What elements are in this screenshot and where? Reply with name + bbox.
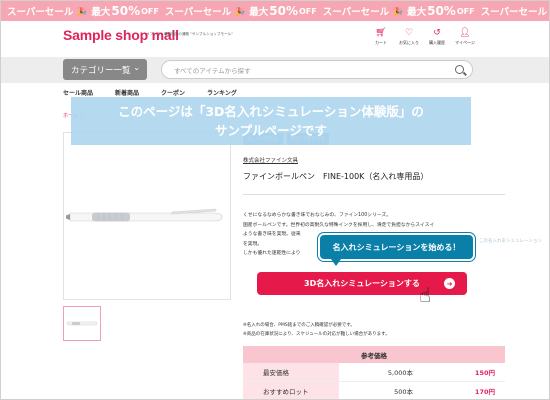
ballpoint-pen-image bbox=[66, 208, 223, 222]
party-popper-icon: 🎉 bbox=[77, 6, 88, 16]
site-tagline: オフィス・事務用品の通販 "サンプルショップモール" bbox=[146, 32, 233, 36]
nav-item-coupon[interactable]: クーポン bbox=[161, 88, 185, 97]
mypage-link[interactable]: 👤︎ マイページ bbox=[451, 28, 479, 46]
price-table: 参考価格 最安価格 5,000本 150円 おすすめロット 500本 170円 bbox=[243, 346, 505, 399]
cart-icon: 🛒︎ bbox=[375, 28, 387, 38]
maker-link[interactable]: 株式会社ファイン文具 bbox=[243, 156, 298, 164]
search-input[interactable]: すべてのアイテムから探す bbox=[161, 60, 473, 79]
order-notes: ※名入れの場合、PMS銘までのご入稿確認が必要です。 ※商品の在庫状況により、ス… bbox=[243, 323, 390, 337]
nav-item-sale[interactable]: セール商品 bbox=[63, 88, 93, 97]
promo-item: スーパーセール 🎉 最大 50% OFF bbox=[322, 4, 475, 18]
history-icon: ↺ bbox=[433, 28, 441, 38]
party-popper-icon: 🎉 bbox=[393, 6, 404, 16]
promo-item: スーパーセール bbox=[480, 7, 547, 18]
product-image bbox=[63, 132, 231, 300]
product-name: ファインボールペン FINE-100K（名入れ専用品） bbox=[243, 172, 429, 181]
user-icon: 👤︎ bbox=[459, 28, 471, 38]
table-row: 最安価格 5,000本 150円 bbox=[243, 363, 505, 382]
promo-item: スーパーセール 🎉 最大 50% OFF bbox=[7, 4, 159, 18]
price-table-title: 参考価格 bbox=[243, 346, 505, 363]
nav-item-new[interactable]: 新着商品 bbox=[115, 88, 139, 97]
product-thumbnail[interactable] bbox=[63, 306, 101, 341]
promo-item: スーパーセール 🎉 最大 50% OFF bbox=[164, 4, 317, 18]
simulation-tooltip[interactable]: 名入れシミュレーションを始める！ bbox=[318, 233, 475, 261]
page-frame: スーパーセール 🎉 最大 50% OFF スーパーセール 🎉 最大 50% OF… bbox=[0, 0, 550, 400]
promo-banner[interactable]: スーパーセール 🎉 最大 50% OFF スーパーセール 🎉 最大 50% OF… bbox=[1, 1, 549, 21]
party-popper-icon: 🎉 bbox=[235, 6, 246, 16]
search-icon[interactable] bbox=[455, 65, 464, 74]
chevron-down-icon: ⌄ bbox=[133, 63, 140, 72]
category-dropdown[interactable]: カテゴリー一覧 ⌄ bbox=[63, 59, 147, 80]
history-link[interactable]: ↺ 購入履歴 bbox=[423, 28, 451, 46]
sample-page-notice: このページは「3D名入れシミュレーション体験版」の サンプルページです bbox=[71, 97, 471, 145]
simulation-button[interactable]: 3D名入れシミュレーションする ➜ bbox=[257, 272, 467, 295]
nav-item-ranking[interactable]: ランキング bbox=[207, 88, 237, 97]
main-nav: セール商品 新着商品 クーポン ランキング bbox=[63, 88, 237, 97]
heart-icon: ♡ bbox=[404, 28, 414, 38]
tooltip-tail bbox=[331, 259, 341, 266]
cart-link[interactable]: 🛒︎ カート bbox=[367, 28, 395, 46]
header-icon-bar: 🛒︎ カート ♡ お気に入り ↺ 購入履歴 👤︎ マイページ bbox=[367, 28, 479, 46]
table-row: おすすめロット 500本 170円 bbox=[243, 382, 505, 399]
favorites-link[interactable]: ♡ お気に入り bbox=[395, 28, 423, 46]
bubble-subtext: この名入れをシミュレーション bbox=[479, 239, 542, 244]
arrow-right-icon: ➜ bbox=[444, 278, 455, 289]
pen-thumbnail-image bbox=[66, 321, 98, 326]
pointing-hand-icon: ☝ bbox=[419, 283, 432, 307]
description-divider bbox=[243, 194, 505, 195]
